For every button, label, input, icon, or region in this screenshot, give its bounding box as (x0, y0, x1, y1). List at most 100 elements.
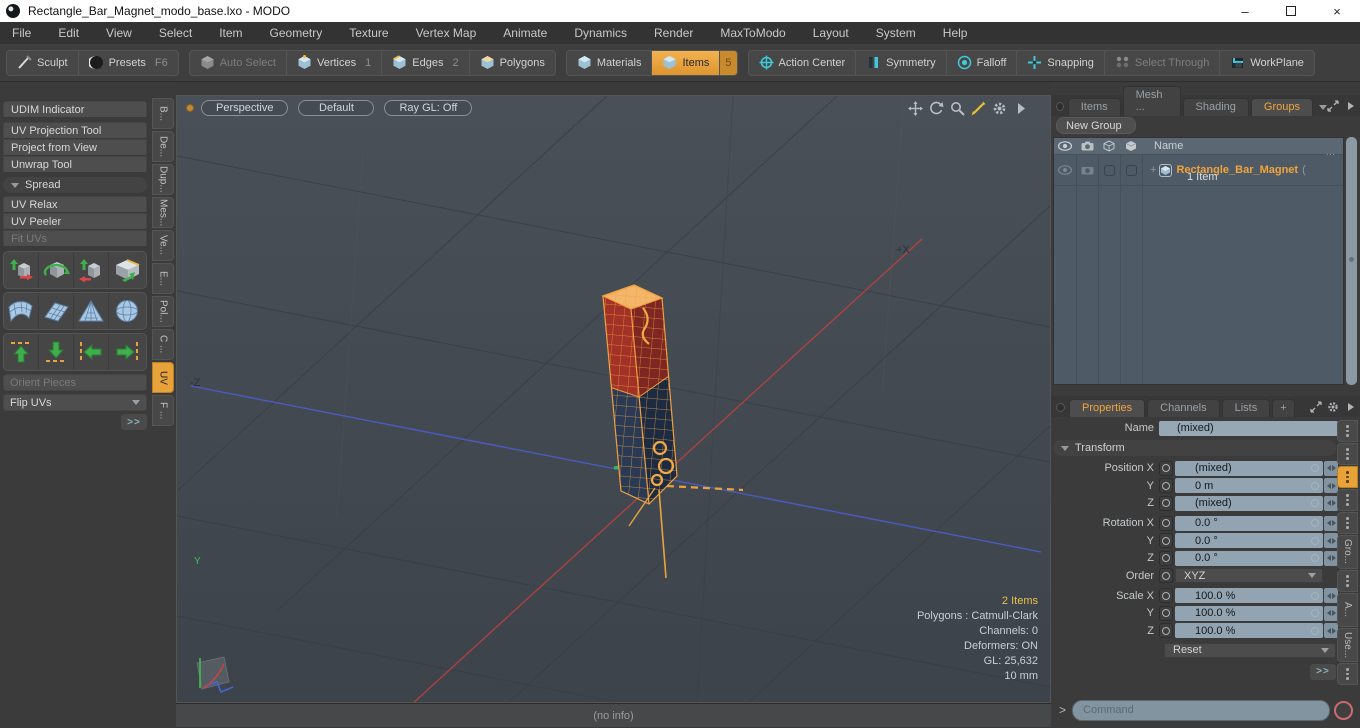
workplane-button[interactable]: WorkPlane (1220, 51, 1314, 75)
scale-x-field[interactable]: 100.0 % (1175, 588, 1323, 603)
udim-indicator-button[interactable]: UDIM Indicator (3, 101, 147, 118)
rotation-z-spinner[interactable] (1324, 550, 1338, 566)
camera-type-dropdown[interactable]: Perspective (201, 100, 289, 116)
rotation-x-channel-toggle[interactable] (1159, 515, 1173, 531)
orient-pieces-button[interactable]: Orient Pieces (3, 374, 147, 391)
symmetry-button[interactable]: Symmetry (856, 50, 947, 75)
command-input[interactable] (1072, 699, 1331, 721)
presets-button[interactable]: Presets F6 (79, 51, 178, 75)
order-dropdown[interactable]: XYZ (1175, 568, 1323, 583)
row-wireframe-checkbox[interactable] (1103, 164, 1115, 176)
pack-right-button[interactable] (109, 334, 144, 370)
rotate-uv-tool-button[interactable] (39, 252, 74, 288)
expand-plus[interactable]: + (1150, 164, 1156, 176)
properties-expand-button[interactable]: >> (1310, 663, 1336, 680)
panel-thumb-icon[interactable] (1056, 102, 1064, 111)
move-uv-tool-button[interactable] (4, 252, 39, 288)
polygons-button[interactable]: Polygons (470, 51, 555, 75)
tab-deform[interactable]: De... (152, 131, 174, 162)
uv-peeler-button[interactable]: UV Peeler (3, 213, 147, 230)
tab-uv[interactable]: UV (152, 362, 174, 393)
scale-z-channel-toggle[interactable] (1159, 623, 1173, 638)
render-camera-icon[interactable] (1081, 141, 1094, 151)
uv-relax-button[interactable]: UV Relax (3, 196, 147, 213)
menu-item[interactable]: Item (219, 26, 242, 40)
raygl-dropdown[interactable]: Ray GL: Off (384, 100, 473, 116)
menu-help[interactable]: Help (943, 26, 968, 40)
expand-properties-icon[interactable] (1310, 401, 1322, 413)
maximize-button[interactable] (1268, 0, 1314, 22)
scale-y-field[interactable]: 100.0 % (1175, 605, 1323, 621)
tab-vertex[interactable]: Ve... (152, 230, 174, 261)
form-tab-assembly[interactable]: A... (1337, 593, 1358, 627)
menu-dynamics[interactable]: Dynamics (574, 26, 627, 40)
tab-mesh[interactable]: Mesh ... (1122, 86, 1181, 116)
menu-system[interactable]: System (876, 26, 916, 40)
transform-uv-tool-button[interactable] (74, 252, 109, 288)
scale-x-channel-toggle[interactable] (1159, 588, 1173, 603)
menu-maxtomodo[interactable]: MaxToModo (720, 26, 785, 40)
form-tab-user[interactable]: Use... (1337, 628, 1358, 662)
position-y-spinner[interactable] (1324, 478, 1338, 493)
close-button[interactable]: × (1314, 0, 1360, 22)
position-z-channel-toggle[interactable] (1159, 495, 1173, 511)
wireframe-cube-icon[interactable] (1103, 140, 1115, 152)
row-eye-icon[interactable] (1058, 165, 1072, 175)
uv-planar-projection-button[interactable] (39, 293, 74, 329)
tab-add[interactable]: + (1272, 399, 1295, 417)
form-tab-4[interactable] (1337, 512, 1358, 534)
tab-properties[interactable]: Properties (1069, 399, 1146, 417)
action-center-button[interactable]: Action Center (749, 50, 857, 75)
menu-edit[interactable]: Edit (58, 26, 79, 40)
position-y-field[interactable]: 0 m (1175, 478, 1323, 493)
3d-viewport[interactable]: Perspective Default Ray GL: Off +X -Z Y … (176, 95, 1051, 728)
form-tab-1[interactable] (1337, 420, 1358, 442)
expand-panel-icon[interactable] (1327, 100, 1339, 112)
rotate-view-icon[interactable] (929, 101, 944, 116)
tab-groups[interactable]: Groups (1250, 98, 1313, 116)
position-x-field[interactable]: (mixed) (1175, 460, 1323, 476)
uv-spherical-projection-button[interactable] (109, 293, 144, 329)
tab-polygon[interactable]: Pol... (152, 296, 174, 327)
scale-x-spinner[interactable] (1324, 588, 1338, 603)
viewport-settings-gear-icon[interactable] (992, 101, 1007, 116)
position-z-field[interactable]: (mixed) (1175, 495, 1323, 511)
tab-lists[interactable]: Lists (1221, 399, 1271, 417)
position-x-channel-toggle[interactable] (1159, 460, 1173, 476)
fit-uvs-button[interactable]: Fit UVs (3, 230, 147, 247)
shading-style-dropdown[interactable]: Default (298, 100, 375, 116)
tab-basic[interactable]: B... (152, 98, 174, 129)
uv-conical-projection-button[interactable] (74, 293, 109, 329)
pack-left-button[interactable] (74, 334, 109, 370)
position-z-spinner[interactable] (1324, 495, 1338, 511)
flip-uvs-dropdown[interactable]: Flip UVs (3, 394, 147, 411)
menu-texture[interactable]: Texture (349, 26, 388, 40)
tab-items[interactable]: Items (1067, 98, 1121, 116)
tab-edge[interactable]: E... (152, 263, 174, 294)
viewport-menu-dot[interactable] (186, 104, 194, 112)
materials-button[interactable]: Materials (567, 50, 653, 75)
transform-section-header[interactable]: Transform (1053, 440, 1336, 456)
spread-section-header[interactable]: Spread (3, 177, 147, 193)
pan-view-icon[interactable] (908, 101, 923, 116)
project-from-view-button[interactable]: Project from View (3, 139, 147, 156)
tab-channels[interactable]: Channels (1147, 399, 1220, 417)
form-tab-5[interactable] (1337, 570, 1358, 592)
rotation-y-field[interactable]: 0.0 ° (1175, 533, 1323, 548)
scale-z-spinner[interactable] (1324, 623, 1338, 638)
edges-button[interactable]: Edges 2 (382, 50, 470, 75)
maximize-viewport-icon[interactable] (971, 101, 986, 116)
tab-duplicate[interactable]: Dup... (152, 164, 174, 195)
tab-falloff[interactable]: F ... (152, 395, 174, 426)
falloff-button[interactable]: Falloff (947, 50, 1018, 75)
rotation-z-channel-toggle[interactable] (1159, 550, 1173, 566)
menu-animate[interactable]: Animate (503, 26, 547, 40)
sculpt-button[interactable]: Sculpt (7, 50, 79, 75)
unwrap-tool-button[interactable]: Unwrap Tool (3, 156, 147, 173)
position-y-channel-toggle[interactable] (1159, 478, 1173, 493)
form-tab-3[interactable] (1337, 489, 1358, 511)
menu-select[interactable]: Select (159, 26, 192, 40)
command-history-button[interactable] (1334, 700, 1354, 720)
vertices-button[interactable]: Vertices 1 (287, 50, 383, 75)
rotation-x-field[interactable]: 0.0 ° (1175, 515, 1323, 531)
